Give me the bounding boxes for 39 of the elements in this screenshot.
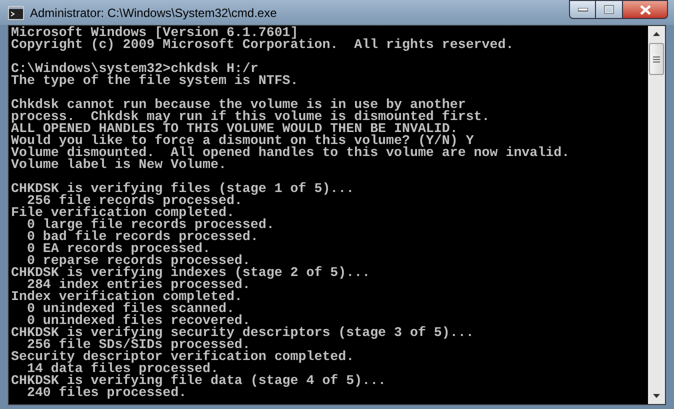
console-line: The type of the file system is NTFS. bbox=[11, 75, 300, 87]
console-line: 0 large file records processed. bbox=[26, 219, 276, 231]
console-line: ALL OPENED HANDLES TO THIS VOLUME WOULD THEN BE INVALID. bbox=[11, 123, 459, 135]
console-line: Would you like to force a dismount on this volume? (Y/N) Y bbox=[11, 135, 475, 147]
console-line: C:\Windows\system32>chkdsk H:/r bbox=[11, 63, 259, 75]
console-line: 14 data files processed. bbox=[26, 363, 218, 375]
console-line: 0 unindexed files scanned. bbox=[26, 303, 234, 315]
scrollbar[interactable] bbox=[648, 26, 665, 404]
close-icon bbox=[640, 4, 650, 14]
console-line: 0 bad file records processed. bbox=[26, 231, 258, 243]
console-line: CHKDSK is verifying files (stage 1 of 5)... bbox=[11, 183, 356, 195]
console-line: 0 unindexed files recovered. bbox=[26, 315, 250, 327]
scroll-thumb[interactable] bbox=[649, 43, 664, 75]
console-line: Security descriptor verification completed. bbox=[11, 351, 356, 363]
terminal-icon bbox=[8, 6, 24, 20]
console-line: 256 file records processed. bbox=[26, 195, 242, 207]
console-line: CHKDSK is verifying file data (stage 4 of 5)... bbox=[11, 375, 388, 387]
console-line: Chkdsk cannot run because the volume is in use by another bbox=[11, 99, 466, 111]
console-line: 0 reparse records processed. bbox=[26, 255, 250, 267]
console-line: File verification completed. bbox=[11, 207, 234, 219]
console-line: CHKDSK is verifying indexes (stage 2 of 5)... bbox=[11, 267, 372, 279]
console-line: Volume dismounted. All opened handles to this volume are now invalid. bbox=[11, 147, 571, 159]
window-title: Administrator: C:\Windows\System32\cmd.exe bbox=[30, 4, 277, 22]
minimize-button[interactable] bbox=[569, 0, 596, 19]
console-line: 240 files processed. bbox=[26, 387, 188, 399]
console-line: Index verification completed. bbox=[11, 291, 242, 303]
console-line: Volume label is New Volume. bbox=[11, 159, 226, 171]
grip-icon bbox=[653, 56, 660, 62]
console-line: 256 file SDs/SIDs processed. bbox=[26, 339, 250, 351]
minimize-icon bbox=[578, 8, 588, 12]
console-line: 284 index entries processed. bbox=[26, 279, 250, 291]
console-line: Microsoft Windows [Version 6.1.7601] bbox=[11, 27, 298, 39]
console-line: CHKDSK is verifying security descriptors (stage 3 of 5)... bbox=[11, 327, 475, 339]
console-line: process. Chkdsk may run if this volume is dismounted first. bbox=[11, 111, 491, 123]
close-button[interactable] bbox=[622, 0, 668, 19]
console-line: 0 EA records processed. bbox=[26, 243, 210, 255]
console-line: Copyright (c) 2009 Microsoft Corporation. All rights reserved. bbox=[11, 39, 515, 51]
maximize-icon bbox=[604, 5, 614, 14]
maximize-button[interactable] bbox=[596, 0, 622, 19]
